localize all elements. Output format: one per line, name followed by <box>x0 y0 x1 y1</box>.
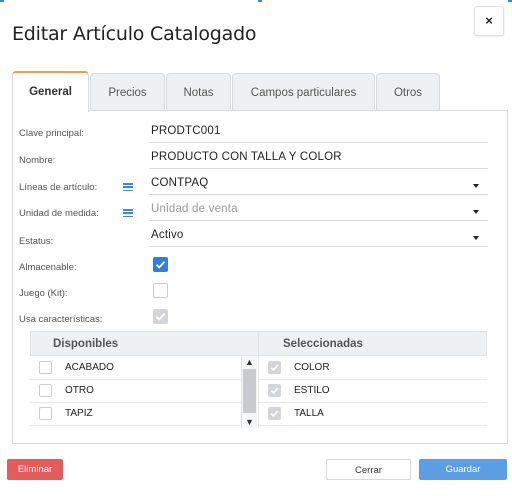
list-item[interactable]: ACABADO <box>30 357 241 379</box>
list-icon[interactable] <box>123 209 133 218</box>
item-label: COLOR <box>294 362 330 373</box>
top-accent-bar <box>0 0 512 2</box>
list-item[interactable]: TAPIZ <box>30 403 241 425</box>
lineas-label: Líneas de artículo: <box>19 182 98 193</box>
tab-precios[interactable]: Precios <box>90 73 165 111</box>
item-checkbox[interactable] <box>268 361 281 374</box>
item-checkbox[interactable] <box>39 407 52 420</box>
estatus-label: Estatus: <box>19 236 54 247</box>
tab-otros[interactable]: Otros <box>376 73 440 111</box>
clave-input[interactable]: PRODTC001 <box>151 125 221 137</box>
dialog-title: Editar Artículo Catalogado <box>12 23 257 45</box>
delete-button[interactable]: Eliminar <box>7 459 63 480</box>
almacenable-label: Almacenable: <box>19 262 77 273</box>
estatus-underline <box>149 246 488 247</box>
check-icon <box>155 312 166 321</box>
available-scrollbar[interactable]: ▲ ▼ <box>241 356 257 428</box>
list-item[interactable]: COLOR <box>259 357 487 379</box>
clave-label: Clave principal: <box>19 128 84 139</box>
item-checkbox[interactable] <box>268 384 281 397</box>
check-icon <box>270 364 279 372</box>
list-item[interactable]: OTRO <box>30 380 241 402</box>
lineas-select[interactable]: CONTPAQ <box>151 177 208 189</box>
item-checkbox[interactable] <box>268 407 281 420</box>
juego-checkbox[interactable] <box>153 283 168 298</box>
tab-notas[interactable]: Notas <box>166 73 231 111</box>
clave-underline <box>149 142 488 143</box>
unidad-label: Unidad de medida: <box>19 208 99 219</box>
nombre-input[interactable]: PRODUCTO CON TALLA Y COLOR <box>151 151 342 163</box>
chevron-down-icon[interactable] <box>473 184 479 188</box>
check-icon <box>270 410 279 418</box>
usa-caracteristicas-checkbox <box>153 309 168 324</box>
list-item[interactable]: TALLA <box>259 403 487 425</box>
chevron-down-icon[interactable] <box>473 236 479 240</box>
item-label: ESTILO <box>294 385 330 396</box>
unidad-select[interactable]: Unidad de venta <box>151 203 238 215</box>
tab-campos-particulares[interactable]: Campos particulares <box>232 73 375 111</box>
lineas-underline <box>149 194 488 195</box>
item-label: TALLA <box>294 408 324 419</box>
item-checkbox[interactable] <box>39 361 52 374</box>
estatus-select[interactable]: Activo <box>151 229 184 241</box>
check-icon <box>270 387 279 395</box>
save-button[interactable]: Guardar <box>419 459 507 480</box>
usa-caracteristicas-label: Usa características: <box>19 314 103 325</box>
scroll-thumb[interactable] <box>243 369 256 413</box>
unidad-underline <box>149 220 488 221</box>
list-item[interactable]: ESTILO <box>259 380 487 402</box>
selected-header: Seleccionadas <box>258 331 487 356</box>
nombre-label: Nombre: <box>19 155 56 166</box>
available-header: Disponibles <box>30 331 259 356</box>
item-checkbox[interactable] <box>39 384 52 397</box>
scroll-up-icon[interactable]: ▲ <box>245 357 254 367</box>
close-dialog-button[interactable]: × <box>474 6 504 36</box>
item-label: OTRO <box>65 385 94 396</box>
item-label: ACABADO <box>65 362 114 373</box>
nombre-underline <box>149 168 488 169</box>
scroll-down-icon[interactable]: ▼ <box>245 417 254 427</box>
chevron-down-icon[interactable] <box>473 210 479 214</box>
tab-general[interactable]: General <box>12 71 89 112</box>
juego-label: Juego (Kit): <box>19 288 68 299</box>
almacenable-checkbox[interactable] <box>153 257 168 272</box>
list-icon[interactable] <box>123 183 133 192</box>
check-icon <box>155 260 166 269</box>
characteristics-dual-list: Disponibles Seleccionadas ACABADO OTRO T… <box>30 331 487 428</box>
cancel-button[interactable]: Cerrar <box>326 459 411 480</box>
item-label: TAPIZ <box>65 408 93 419</box>
